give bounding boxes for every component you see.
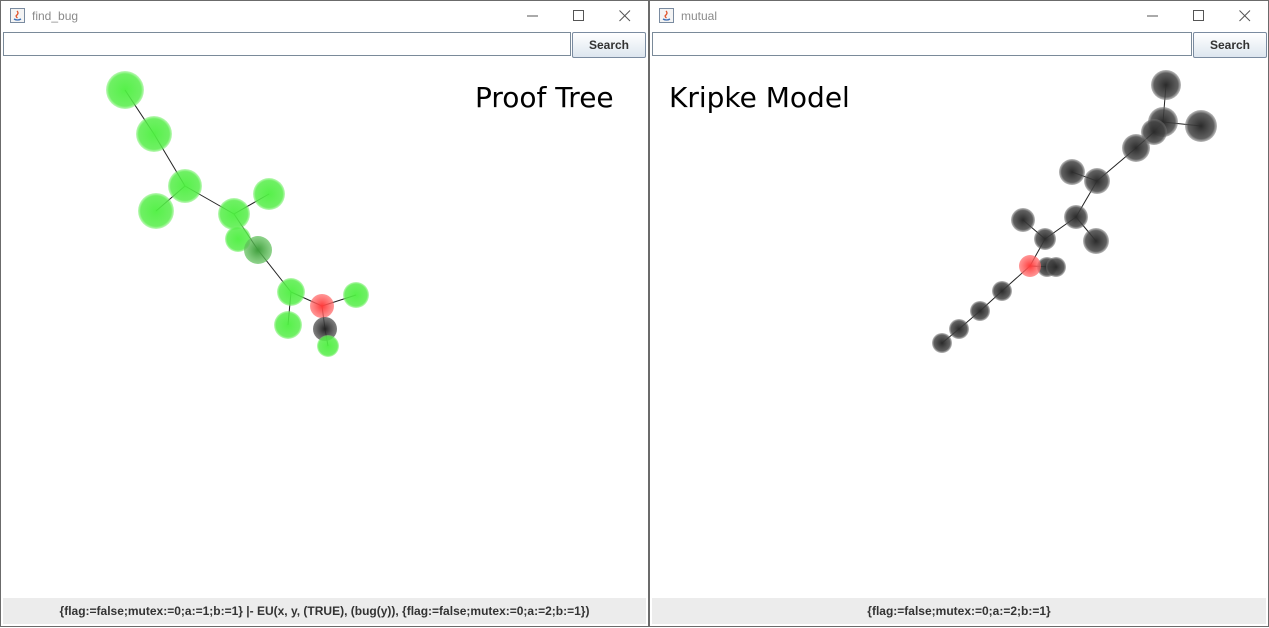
- proof-node[interactable]: [244, 236, 272, 264]
- kripke-nodes: [932, 70, 1217, 353]
- status-bar: {flag:=false;mutex:=0;a:=2;b:=1}: [652, 598, 1266, 624]
- search-button[interactable]: Search: [1193, 32, 1267, 58]
- search-row: Search: [1, 31, 648, 59]
- kripke-state[interactable]: [1083, 228, 1109, 254]
- close-button[interactable]: [1222, 1, 1268, 31]
- kripke-state-current[interactable]: [1019, 255, 1041, 277]
- window-title: find_bug: [32, 9, 79, 23]
- proof-tree-label: Proof Tree: [475, 81, 614, 114]
- window-mutual: mutual Search Kripke Model {flag:=false;…: [649, 0, 1269, 627]
- search-button[interactable]: Search: [572, 32, 646, 58]
- kripke-state[interactable]: [1084, 168, 1110, 194]
- kripke-state[interactable]: [932, 333, 952, 353]
- search-input[interactable]: [3, 32, 571, 56]
- proof-node[interactable]: [317, 335, 339, 357]
- proof-node[interactable]: [106, 71, 144, 109]
- kripke-state[interactable]: [1059, 159, 1085, 185]
- maximize-icon: [573, 10, 584, 21]
- kripke-state[interactable]: [1034, 228, 1056, 250]
- kripke-state[interactable]: [992, 281, 1012, 301]
- window-find-bug: find_bug Search Proof Tree {flag:=false;…: [0, 0, 649, 627]
- minimize-button[interactable]: [510, 1, 556, 31]
- close-button[interactable]: [602, 1, 648, 31]
- kripke-state[interactable]: [1122, 134, 1150, 162]
- proof-node[interactable]: [253, 178, 285, 210]
- maximize-button[interactable]: [556, 1, 602, 31]
- maximize-button[interactable]: [1176, 1, 1222, 31]
- maximize-icon: [1193, 10, 1204, 21]
- proof-node-current[interactable]: [310, 294, 334, 318]
- minimize-icon: [527, 15, 538, 17]
- proof-node[interactable]: [274, 311, 302, 339]
- proof-node[interactable]: [136, 116, 172, 152]
- close-icon: [619, 10, 631, 22]
- proof-tree-canvas[interactable]: Proof Tree: [1, 59, 648, 598]
- kripke-state[interactable]: [1064, 205, 1088, 229]
- window-title: mutual: [681, 9, 718, 23]
- kripke-state[interactable]: [1046, 257, 1066, 277]
- proof-node[interactable]: [343, 282, 369, 308]
- kripke-state[interactable]: [970, 301, 990, 321]
- kripke-model-label: Kripke Model: [669, 81, 850, 114]
- java-app-icon: [659, 8, 674, 23]
- kripke-state[interactable]: [949, 319, 969, 339]
- proof-node[interactable]: [218, 198, 250, 230]
- search-row: Search: [650, 31, 1268, 59]
- proof-node[interactable]: [168, 169, 202, 203]
- status-bar: {flag:=false;mutex:=0;a:=1;b:=1} |- EU(x…: [3, 598, 646, 624]
- java-app-icon: [10, 8, 25, 23]
- minimize-button[interactable]: [1130, 1, 1176, 31]
- kripke-model-canvas[interactable]: Kripke Model: [650, 59, 1268, 598]
- close-icon: [1239, 10, 1251, 22]
- proof-node[interactable]: [138, 193, 174, 229]
- proof-tree-nodes: [106, 71, 369, 357]
- proof-node[interactable]: [277, 278, 305, 306]
- minimize-icon: [1147, 15, 1158, 17]
- search-input[interactable]: [652, 32, 1192, 56]
- kripke-model-graph[interactable]: [650, 59, 1266, 599]
- kripke-state[interactable]: [1151, 70, 1181, 100]
- proof-tree-graph[interactable]: [1, 59, 646, 599]
- kripke-state[interactable]: [1185, 110, 1217, 142]
- kripke-state[interactable]: [1011, 208, 1035, 232]
- title-bar[interactable]: mutual: [650, 1, 1268, 31]
- title-bar[interactable]: find_bug: [1, 1, 648, 31]
